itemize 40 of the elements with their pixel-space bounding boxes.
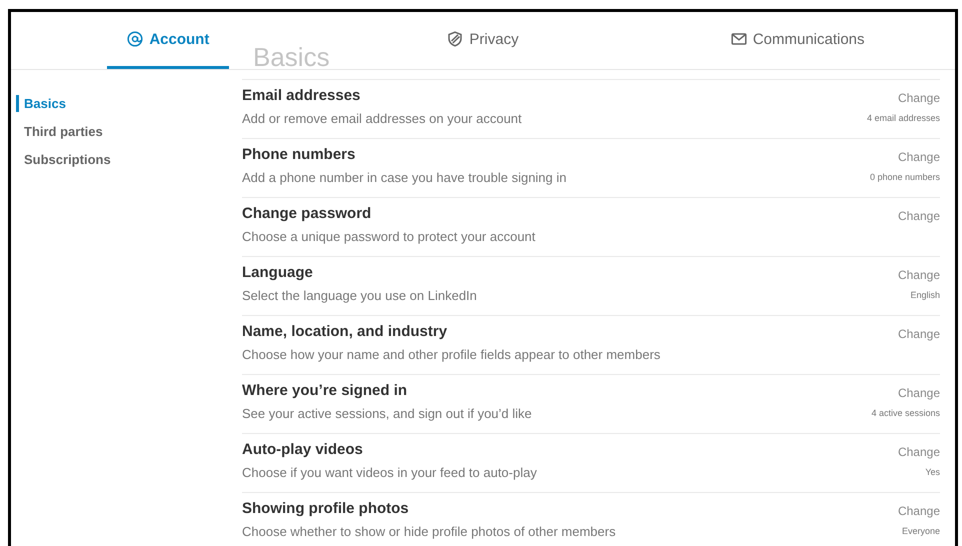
setting-title: Showing profile photos <box>242 500 410 517</box>
envelope-icon <box>730 31 747 47</box>
setting-description: See your active sessions, and sign out if you’d like <box>242 406 532 421</box>
setting-value: English <box>910 290 940 300</box>
sidebar-item[interactable]: Subscriptions <box>11 151 111 168</box>
setting-value: Everyone <box>902 526 940 536</box>
at-sign-icon <box>127 31 144 47</box>
setting-description: Add or remove email addresses on your account <box>242 111 522 126</box>
change-link[interactable]: Change <box>898 268 940 282</box>
setting-title: Email addresses <box>242 87 362 104</box>
setting-title: Language <box>242 264 314 281</box>
change-link[interactable]: Change <box>898 150 940 164</box>
setting-description: Choose how your name and other profile fields appear to other members <box>242 347 660 362</box>
section-heading: Basics <box>253 42 330 73</box>
setting-title: Where you’re signed in <box>242 382 408 399</box>
setting-value: 0 phone numbers <box>870 172 940 182</box>
change-link[interactable]: Change <box>898 504 940 518</box>
change-link[interactable]: Change <box>898 91 940 105</box>
setting-title: Change password <box>242 205 372 222</box>
setting-title: Phone numbers <box>242 146 356 163</box>
setting-description: Add a phone number in case you have trouble signing in <box>242 170 566 185</box>
setting-description: Choose if you want videos in your feed to auto-play <box>242 465 537 480</box>
change-link[interactable]: Change <box>898 209 940 223</box>
change-link[interactable]: Change <box>898 327 940 341</box>
tab[interactable]: Communications <box>710 12 885 69</box>
tab[interactable]: Account <box>107 12 230 69</box>
setting-value: Yes <box>925 467 940 477</box>
setting-description: Choose a unique password to protect your account <box>242 229 536 244</box>
setting-description: Select the language you use on LinkedIn <box>242 288 477 303</box>
sidebar-item[interactable]: Third parties <box>11 123 103 140</box>
setting-title: Name, location, and industry <box>242 323 448 340</box>
change-link[interactable]: Change <box>898 386 940 400</box>
setting-title: Auto-play videos <box>242 441 364 458</box>
setting-value: 4 email addresses <box>866 113 940 123</box>
setting-description: Choose whether to show or hide profile photos of other members <box>242 524 616 539</box>
setting-value: 4 active sessions <box>871 408 940 418</box>
change-link[interactable]: Change <box>898 445 940 459</box>
sidebar-item[interactable]: Basics <box>16 95 66 112</box>
shield-icon <box>447 31 464 47</box>
tab[interactable]: Privacy <box>427 12 539 69</box>
